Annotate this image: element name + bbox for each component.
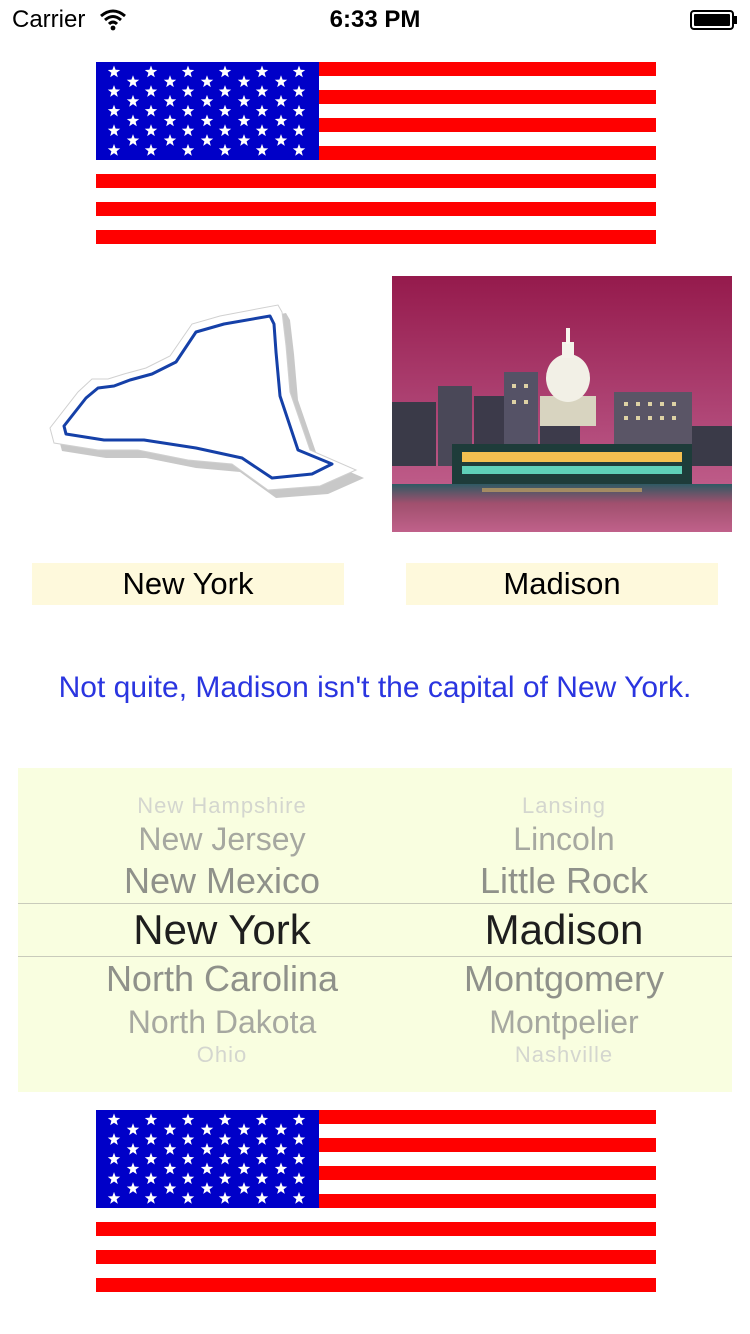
picker-capital-option[interactable]: Montpelier — [374, 1004, 732, 1041]
us-flag-image-bottom — [96, 1110, 656, 1292]
picker-state-option[interactable]: New Jersey — [18, 821, 426, 858]
picker-state-option[interactable]: Ohio — [18, 1042, 426, 1068]
selected-capital-label: Madison — [406, 563, 718, 605]
picker-selection-bottom-line — [18, 956, 732, 957]
status-time: 6:33 PM — [329, 6, 421, 33]
picker-capital-option[interactable]: Nashville — [374, 1042, 732, 1068]
picker-state-option[interactable]: New Mexico — [18, 860, 426, 902]
picker-capital-option[interactable]: Little Rock — [374, 860, 732, 902]
us-flag-image-top — [96, 62, 656, 244]
picker-capital-option[interactable]: Lansing — [374, 793, 732, 819]
state-outline-image — [49, 304, 364, 498]
capital-city-photo — [392, 276, 732, 532]
feedback-message: Not quite, Madison isn't the capital of … — [58, 671, 692, 704]
selected-state-label: New York — [32, 563, 344, 605]
picker-capital-option[interactable]: Montgomery — [374, 958, 732, 1000]
state-capital-picker[interactable]: New Hampshire New Jersey New Mexico New … — [18, 768, 732, 1092]
picker-capital-selected[interactable]: Madison — [374, 906, 732, 954]
picker-state-option[interactable]: North Dakota — [18, 1004, 426, 1041]
picker-selection-top-line — [18, 903, 732, 904]
picker-capital-option[interactable]: Lincoln — [374, 821, 732, 858]
battery-icon — [690, 10, 737, 30]
picker-state-option[interactable]: North Carolina — [18, 958, 426, 1000]
picker-state-option[interactable]: New Hampshire — [18, 793, 426, 819]
picker-state-selected[interactable]: New York — [18, 906, 426, 954]
status-bar: Carrier 6:33 PM — [0, 0, 750, 40]
